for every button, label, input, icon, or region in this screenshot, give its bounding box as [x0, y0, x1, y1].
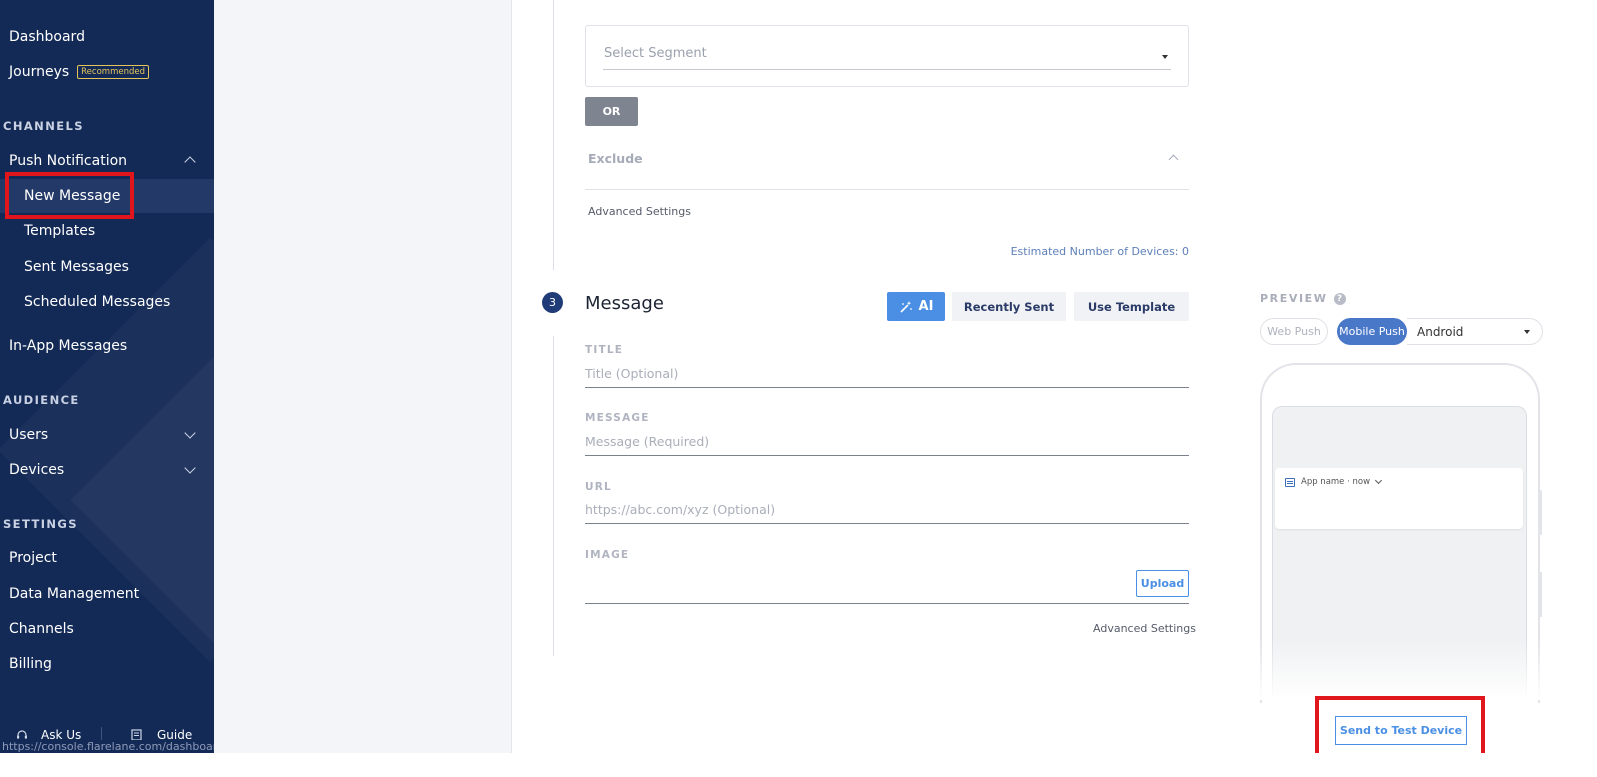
url-input-placeholder: https://abc.com/xyz (Optional)	[585, 502, 776, 517]
preview-label: PREVIEW	[1260, 292, 1328, 305]
recommended-badge: Recommended	[77, 65, 149, 79]
message-input[interactable]: Message (Required)	[585, 432, 1189, 456]
app-icon	[1285, 477, 1295, 487]
sidebar-item-label: Devices	[9, 462, 65, 478]
sidebar-item-scheduled-messages[interactable]: Scheduled Messages	[24, 294, 170, 310]
message-advanced-settings-link[interactable]: Advanced Settings	[1093, 622, 1196, 635]
sidebar-item-users[interactable]: Users	[9, 427, 214, 443]
use-template-button[interactable]: Use Template	[1074, 292, 1189, 321]
sidebar-item-in-app-messages[interactable]: In-App Messages	[9, 338, 127, 354]
sidebar-item-label: Users	[9, 427, 49, 443]
chevron-up-icon	[184, 156, 196, 168]
sidebar-item-label: Billing	[9, 656, 52, 672]
sidebar-item-templates[interactable]: Templates	[24, 223, 95, 239]
section-heading-audience: AUDIENCE	[3, 393, 80, 407]
step-number-badge: 3	[542, 292, 563, 313]
caret-down-icon	[1524, 330, 1530, 334]
sidebar-item-label: Dashboard	[9, 29, 85, 45]
estimated-devices-text: Estimated Number of Devices: 0	[1010, 245, 1189, 258]
web-push-tab[interactable]: Web Push	[1260, 318, 1328, 345]
sidebar-item-sent-messages[interactable]: Sent Messages	[24, 259, 129, 275]
sidebar-item-new-message[interactable]: New Message	[24, 188, 120, 204]
sidebar-item-label: Templates	[24, 223, 96, 239]
notification-preview: App name · now	[1275, 468, 1523, 529]
sidebar-item-label: Push Notification	[9, 153, 128, 169]
segment-advanced-settings-link[interactable]: Advanced Settings	[588, 205, 691, 218]
sidebar-item-label: In-App Messages	[9, 338, 128, 354]
section-heading-channels: CHANNELS	[3, 119, 84, 133]
sidebar-item-label: Channels	[9, 621, 74, 637]
notification-app-name: App name · now	[1301, 477, 1371, 487]
url-input[interactable]: https://abc.com/xyz (Optional)	[585, 500, 1189, 524]
section-heading-settings: SETTINGS	[3, 517, 78, 531]
segment-card: Select Segment	[585, 25, 1189, 87]
bottom-strip	[0, 753, 1597, 777]
message-section-title: Message	[585, 293, 664, 314]
chevron-up-icon	[1168, 154, 1179, 165]
phone-side-button	[1539, 572, 1542, 617]
sidebar-item-push-notification[interactable]: Push Notification	[9, 153, 214, 169]
phone-fade	[1260, 640, 1545, 700]
sidebar: Dashboard Journeys Recommended CHANNELS …	[0, 0, 214, 753]
sidebar-item-dashboard[interactable]: Dashboard	[9, 29, 85, 45]
image-field-label: IMAGE	[585, 549, 630, 561]
ai-button-label: AI	[918, 299, 934, 314]
os-select-value: Android	[1417, 325, 1464, 339]
magic-wand-icon	[899, 300, 912, 313]
sidebar-item-label: Sent Messages	[24, 259, 129, 275]
sidebar-item-label: New Message	[24, 188, 121, 204]
ai-button[interactable]: AI	[887, 292, 945, 321]
sidebar-item-journeys[interactable]: Journeys Recommended	[9, 64, 149, 80]
recently-sent-button[interactable]: Recently Sent	[952, 292, 1066, 321]
preview-heading: PREVIEW ?	[1260, 292, 1346, 305]
sidebar-item-devices[interactable]: Devices	[9, 462, 214, 478]
mobile-push-tab[interactable]: Mobile Push	[1337, 318, 1407, 345]
phone-side-button	[1539, 490, 1542, 535]
send-to-test-device-button[interactable]: Send to Test Device	[1335, 716, 1467, 745]
upload-button[interactable]: Upload	[1136, 570, 1189, 597]
url-field-label: URL	[585, 481, 612, 493]
caret-down-icon	[1162, 55, 1168, 59]
chevron-down-icon	[184, 462, 196, 474]
segment-select[interactable]: Select Segment	[603, 44, 1171, 70]
sidebar-item-label: Data Management	[9, 586, 140, 602]
content-gutter	[214, 0, 512, 753]
sidebar-item-project[interactable]: Project	[9, 550, 57, 566]
step-connector-line	[553, 336, 554, 656]
or-button[interactable]: OR	[585, 97, 638, 126]
exclude-section[interactable]: Exclude	[585, 143, 1189, 190]
os-select[interactable]: Android	[1407, 318, 1543, 345]
status-bar-url: https://console.flarelane.com/dashboard	[0, 740, 214, 753]
sidebar-item-channels[interactable]: Channels	[9, 621, 74, 637]
chevron-down-icon	[184, 427, 196, 439]
sidebar-item-label: Project	[9, 550, 57, 566]
segment-select-placeholder: Select Segment	[604, 46, 707, 61]
chevron-down-icon	[1375, 476, 1383, 485]
message-input-placeholder: Message (Required)	[585, 434, 710, 449]
sidebar-item-label: Journeys	[9, 64, 70, 80]
sidebar-item-billing[interactable]: Billing	[9, 656, 52, 672]
message-field-label: MESSAGE	[585, 412, 650, 424]
title-field-label: TITLE	[585, 344, 624, 356]
sidebar-item-data-management[interactable]: Data Management	[9, 586, 139, 602]
help-icon[interactable]: ?	[1333, 292, 1346, 305]
title-input[interactable]: Title (Optional)	[585, 364, 1189, 388]
image-input[interactable]	[585, 580, 1189, 604]
title-input-placeholder: Title (Optional)	[585, 366, 679, 381]
step-connector-line	[553, 0, 554, 270]
sidebar-item-label: Scheduled Messages	[24, 294, 171, 310]
notification-header: App name · now	[1285, 476, 1383, 487]
exclude-label: Exclude	[588, 151, 643, 166]
